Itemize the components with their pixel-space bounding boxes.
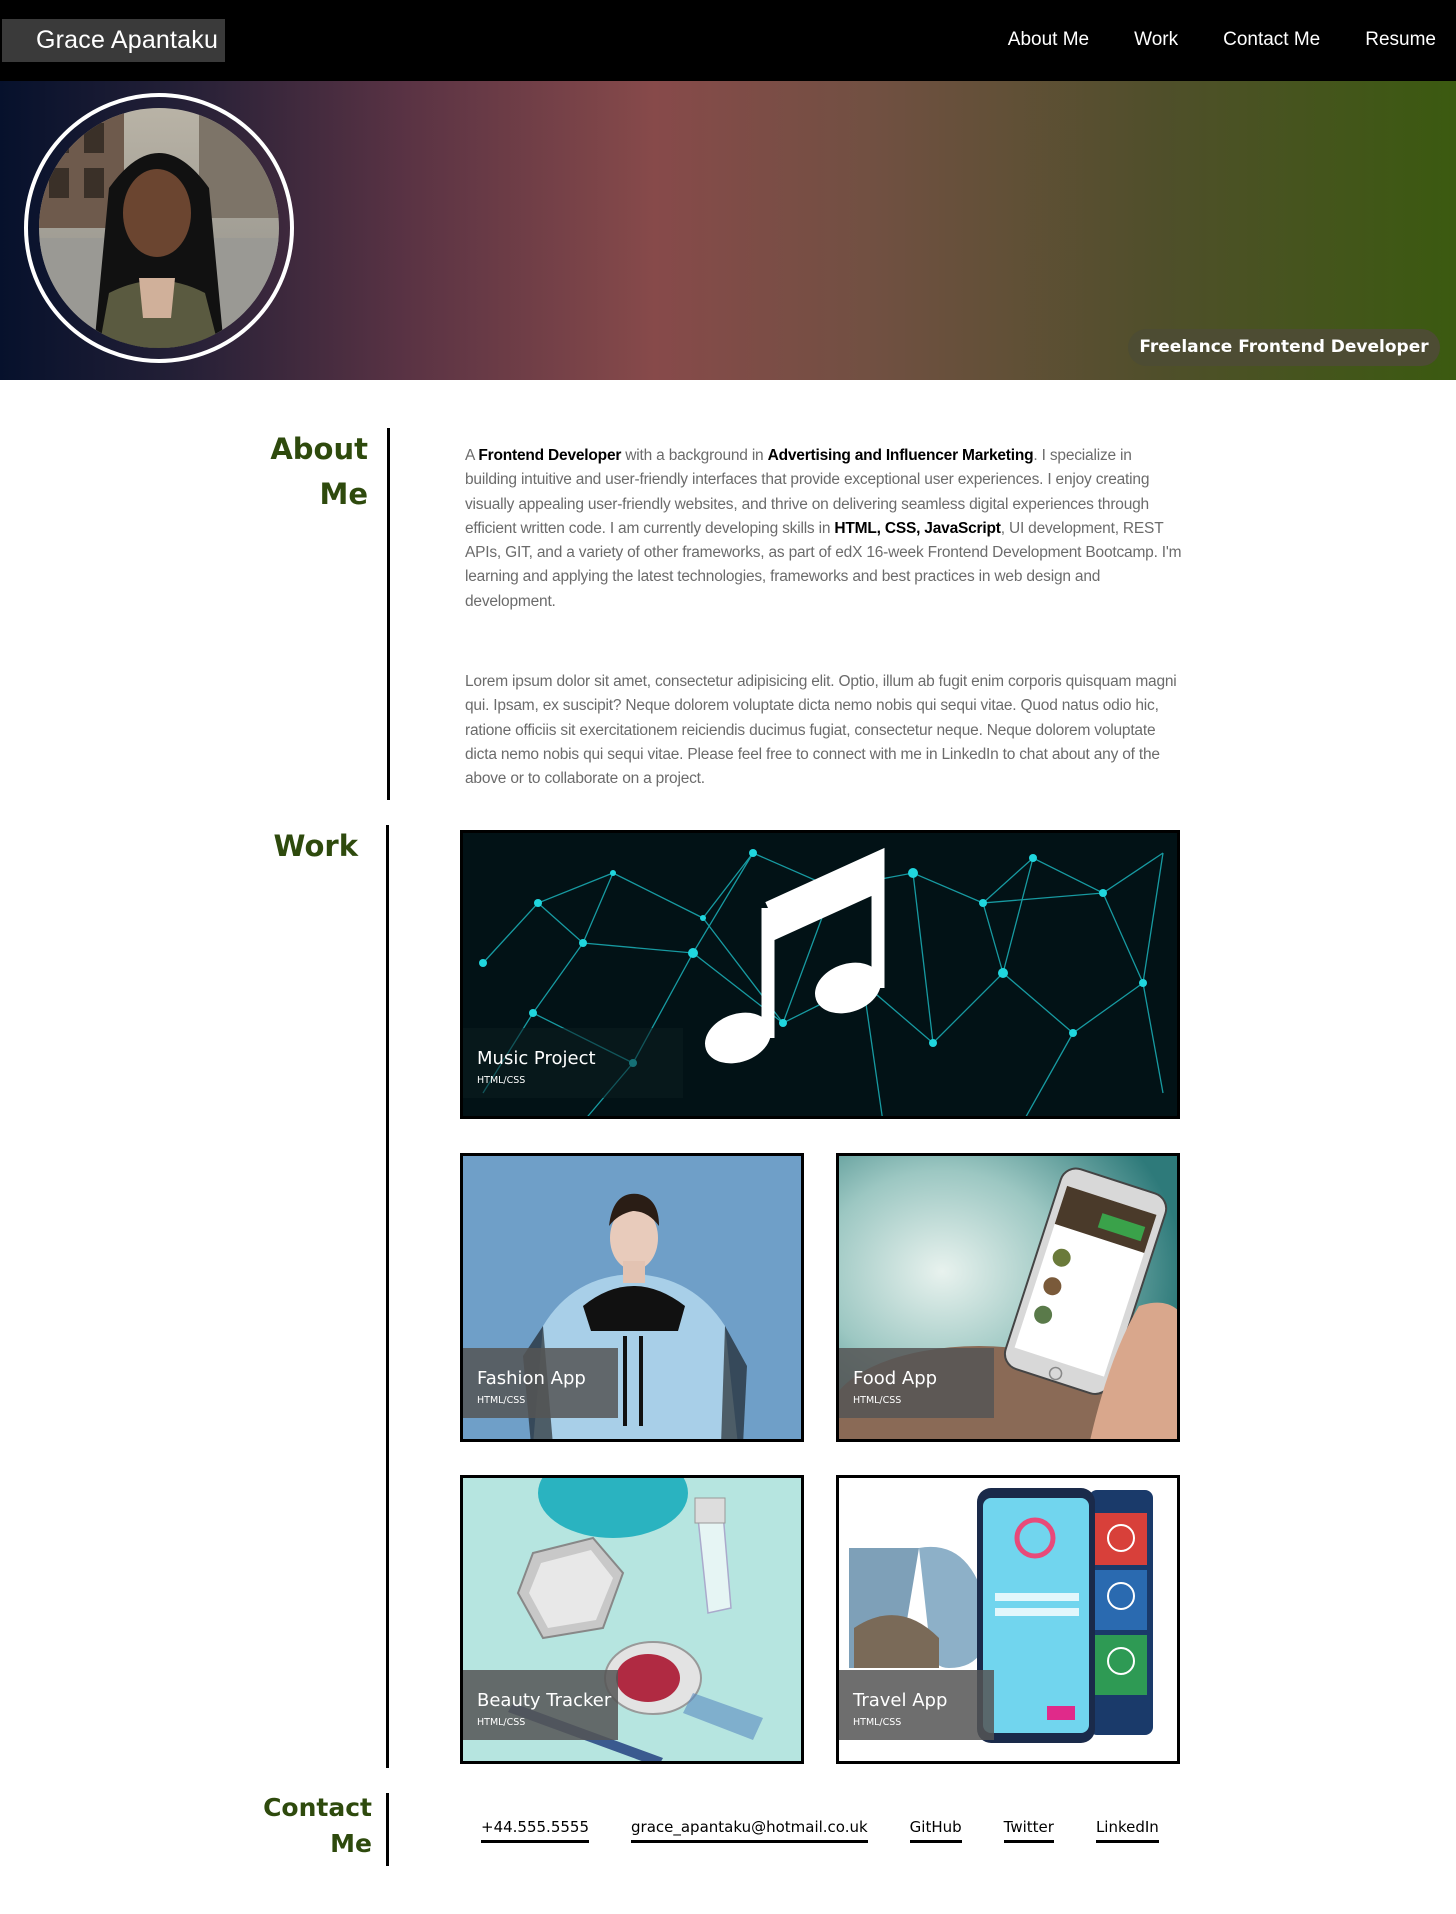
about-text-fragment: A	[465, 447, 479, 464]
about-paragraph-2: Lorem ipsum dolor sit amet, consectetur …	[465, 673, 1177, 788]
about-highlight-background: Advertising and Influencer Marketing	[767, 447, 1034, 464]
nav-resume[interactable]: Resume	[1365, 28, 1436, 52]
project-name: Travel App	[853, 1690, 948, 1711]
project-label: Food App HTML/CSS	[839, 1348, 994, 1418]
contact-title-line2: Me	[330, 1829, 372, 1858]
about-highlight-role: Frontend Developer	[478, 447, 622, 464]
contact-section-title: Contact Me	[250, 1790, 372, 1862]
about-body: A Frontend Developer with a background i…	[465, 444, 1183, 792]
project-card-music[interactable]: Music Project HTML/CSS	[460, 830, 1180, 1119]
top-navbar: Grace Apantaku About Me Work Contact Me …	[0, 0, 1456, 81]
about-section-title: About Me	[250, 427, 368, 517]
role-badge: Freelance Frontend Developer	[1128, 329, 1440, 366]
work-divider	[386, 825, 389, 1768]
linkedin-link[interactable]: LinkedIn	[1095, 1817, 1159, 1843]
nav-about-me[interactable]: About Me	[1008, 28, 1089, 52]
about-highlight-skills: HTML, CSS, JavaScript	[834, 519, 1001, 537]
project-label: Travel App HTML/CSS	[839, 1670, 994, 1740]
project-label: Music Project HTML/CSS	[463, 1028, 683, 1098]
project-label: Fashion App HTML/CSS	[463, 1348, 618, 1418]
project-card-beauty[interactable]: Beauty Tracker HTML/CSS	[460, 1475, 804, 1764]
project-card-food[interactable]: Food App HTML/CSS	[836, 1153, 1180, 1442]
project-label: Beauty Tracker HTML/CSS	[463, 1670, 618, 1740]
project-name: Beauty Tracker	[477, 1690, 612, 1711]
about-title-line2: Me	[319, 477, 368, 511]
project-name: Fashion App	[477, 1368, 586, 1389]
project-tech: HTML/CSS	[853, 1717, 902, 1728]
project-tech: HTML/CSS	[853, 1395, 902, 1406]
project-name: Music Project	[477, 1048, 596, 1069]
email-link[interactable]: grace_apantaku@hotmail.co.uk	[631, 1817, 868, 1843]
main-nav: About Me Work Contact Me Resume	[963, 28, 1436, 52]
brand-logo[interactable]: Grace Apantaku	[2, 19, 225, 62]
github-link[interactable]: GitHub	[909, 1817, 962, 1843]
about-divider	[387, 428, 390, 800]
profile-photo	[39, 108, 279, 348]
profile-photo-frame	[24, 93, 294, 363]
project-card-travel[interactable]: Travel App HTML/CSS	[836, 1475, 1180, 1764]
hero-banner: Freelance Frontend Developer	[0, 81, 1456, 380]
about-text-fragment: with a background in	[621, 447, 768, 464]
project-tech: HTML/CSS	[477, 1075, 526, 1086]
contact-links: +44.555.5555 grace_apantaku@hotmail.co.u…	[481, 1817, 1201, 1843]
project-tech: HTML/CSS	[477, 1717, 526, 1728]
project-card-fashion[interactable]: Fashion App HTML/CSS	[460, 1153, 804, 1442]
work-section-title: Work	[273, 829, 358, 863]
contact-divider	[386, 1793, 389, 1866]
project-name: Food App	[853, 1368, 938, 1389]
phone-link[interactable]: +44.555.5555	[481, 1817, 589, 1843]
nav-contact-me[interactable]: Contact Me	[1223, 28, 1320, 52]
about-paragraph-1: A Frontend Developer with a background i…	[465, 444, 1183, 614]
nav-work[interactable]: Work	[1134, 28, 1178, 52]
about-title-line1: About	[270, 432, 368, 466]
contact-title-line1: Contact	[263, 1793, 372, 1822]
twitter-link[interactable]: Twitter	[1003, 1817, 1054, 1843]
project-tech: HTML/CSS	[477, 1395, 526, 1406]
